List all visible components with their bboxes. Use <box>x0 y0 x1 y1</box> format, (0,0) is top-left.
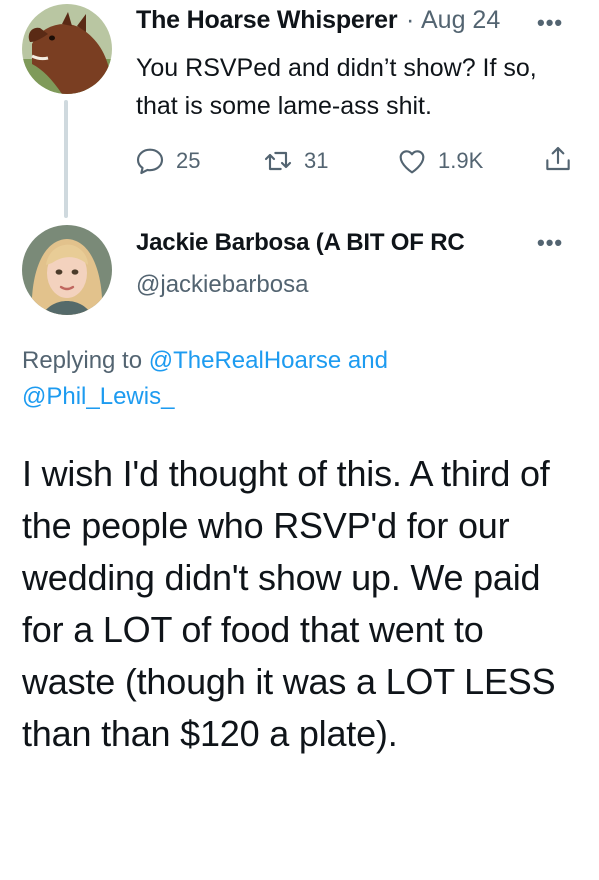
thread-connector-line <box>64 100 68 218</box>
reply-icon <box>136 148 164 175</box>
share-icon <box>546 147 570 171</box>
tweet-date[interactable]: Aug 24 <box>421 6 500 35</box>
author-name[interactable]: The Hoarse Whisperer <box>136 6 398 35</box>
mention-conjunction[interactable]: and <box>348 347 388 374</box>
share-button[interactable] <box>542 143 574 175</box>
like-button[interactable]: 1.9K <box>396 145 483 177</box>
tweet-text: I wish I'd thought of this. A third of t… <box>22 453 556 754</box>
reply-button[interactable]: 25 <box>134 145 200 177</box>
date-separator: · <box>406 6 415 34</box>
horse-avatar-image <box>22 4 112 94</box>
more-options-button[interactable]: ••• <box>537 230 563 256</box>
more-options-button[interactable]: ••• <box>537 10 563 36</box>
like-count: 1.9K <box>438 148 484 173</box>
retweet-count: 31 <box>304 148 329 173</box>
heart-icon <box>399 150 425 174</box>
author-handle[interactable]: @jackiebarbosa <box>136 271 308 299</box>
woman-avatar-image <box>22 225 112 315</box>
author-name[interactable]: Jackie Barbosa (A BIT OF RC <box>136 229 508 257</box>
tweet-text: You RSVPed and didn’t show? If so, that … <box>136 54 537 120</box>
mention-link[interactable]: @Phil_Lewis_ <box>22 383 174 410</box>
retweet-icon <box>264 151 292 171</box>
reply-count: 25 <box>176 148 201 173</box>
retweet-button[interactable]: 31 <box>262 145 328 177</box>
avatar-hoarse-whisperer[interactable] <box>22 4 112 94</box>
avatar-jackie-barbosa[interactable] <box>22 225 112 315</box>
replying-to-line: Replying to @TheRealHoarse and @Phil_Lew… <box>22 343 562 415</box>
mention-link[interactable]: @TheRealHoarse <box>149 347 341 374</box>
replying-to-prefix: Replying to <box>22 347 143 374</box>
